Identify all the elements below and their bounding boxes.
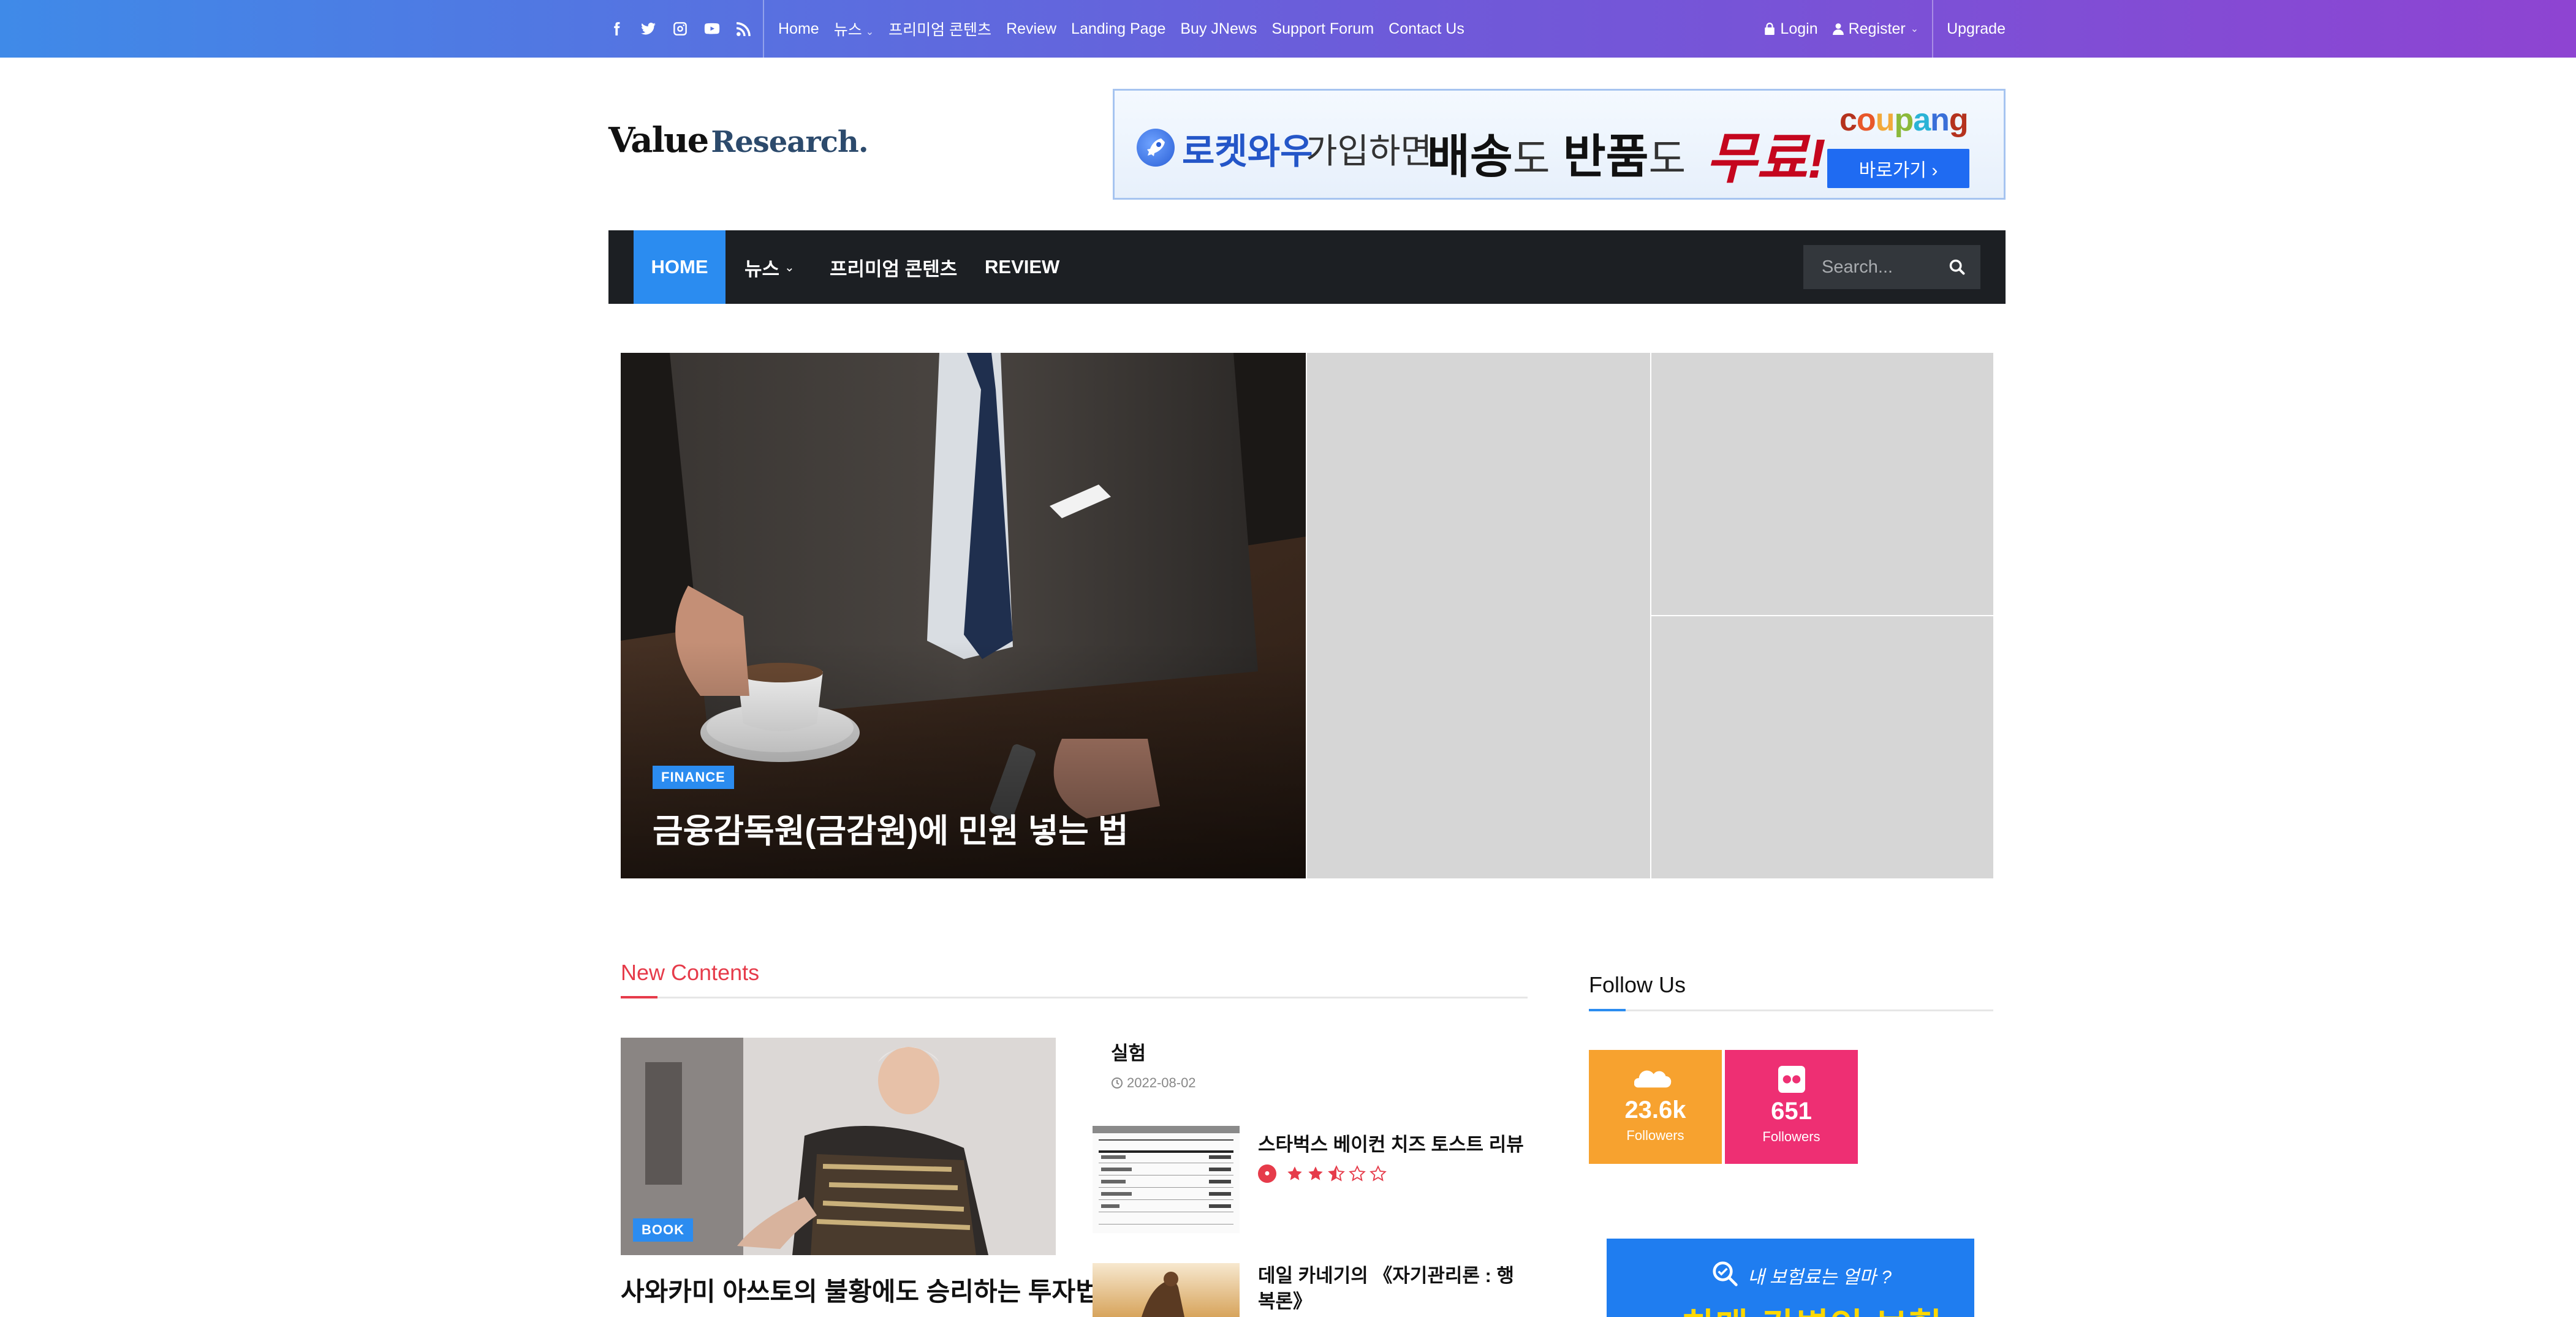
topnav-landing[interactable]: Landing Page bbox=[1071, 20, 1165, 38]
flickr-follower-label: Followers bbox=[1762, 1129, 1820, 1144]
topnav-support[interactable]: Support Forum bbox=[1271, 20, 1374, 38]
mainnav-home[interactable]: HOME bbox=[634, 230, 725, 304]
logo-word-research: Research. bbox=[711, 125, 868, 159]
login-link[interactable]: Login bbox=[1764, 20, 1818, 38]
list-item-title[interactable]: 스타벅스 베이컨 치즈 토스트 리뷰 bbox=[1258, 1129, 1524, 1157]
ad-text-shipping: 배송도 반품도 bbox=[1427, 119, 1686, 186]
main-nav: HOME 뉴스 ⌄ 프리미엄 콘텐츠 REVIEW bbox=[608, 230, 2006, 304]
ad-text-shipping-2: 도 bbox=[1512, 136, 1550, 181]
ad-text-free: 무료! bbox=[1706, 129, 1826, 190]
search-icon[interactable] bbox=[1949, 258, 1966, 276]
hero-tile-2[interactable] bbox=[1651, 353, 1993, 615]
user-icon bbox=[1832, 23, 1844, 35]
rating-stars: ● bbox=[1258, 1164, 1387, 1183]
section-title-follow-us: Follow Us bbox=[1589, 972, 1686, 997]
topnav-review[interactable]: Review bbox=[1006, 20, 1056, 38]
star-half-icon bbox=[1328, 1165, 1345, 1182]
featured-post-image[interactable]: BOOK bbox=[621, 1038, 1056, 1255]
lock-icon bbox=[1765, 23, 1775, 35]
ad-text-shipping-1: 배송 bbox=[1427, 131, 1513, 183]
chevron-down-icon: ⌄ bbox=[784, 260, 795, 274]
register-label: Register bbox=[1848, 20, 1906, 37]
logo-word-value: Value bbox=[608, 120, 709, 160]
rss-icon[interactable] bbox=[736, 21, 752, 37]
mainnav-review[interactable]: REVIEW bbox=[985, 230, 1059, 304]
coupang-logo: coupang bbox=[1839, 102, 1969, 138]
register-link[interactable]: Register ⌄ bbox=[1832, 20, 1919, 38]
chevron-down-icon: ⌄ bbox=[1910, 24, 1919, 34]
section-divider bbox=[621, 997, 1528, 998]
upgrade-link[interactable]: Upgrade bbox=[1947, 20, 2006, 38]
featured-category-badge[interactable]: BOOK bbox=[633, 1218, 693, 1242]
hero-title[interactable]: 금융감독원(금감원)에 민원 넣는 법 bbox=[653, 804, 1129, 852]
ad-text-join: 가입하면 bbox=[1306, 132, 1433, 170]
topnav-home[interactable]: Home bbox=[778, 20, 819, 38]
post-date: 2022-08-02 bbox=[1111, 1075, 1196, 1091]
star-empty-icon bbox=[1369, 1165, 1387, 1182]
top-bar: Home 뉴스 ⌄ 프리미엄 콘텐츠 Review Landing Page Bu… bbox=[0, 0, 2576, 58]
hero-featured-post[interactable]: FINANCE bbox=[621, 353, 1306, 878]
top-nav: Home 뉴스 ⌄ 프리미엄 콘텐츠 Review Landing Page Bu… bbox=[778, 0, 1479, 58]
list-item-thumbnail[interactable] bbox=[1093, 1263, 1240, 1317]
ad-text-shipping-4: 도 bbox=[1648, 136, 1686, 181]
list-item-thumbnail[interactable] bbox=[1093, 1126, 1240, 1233]
login-label: Login bbox=[1780, 20, 1818, 37]
mainnav-premium[interactable]: 프리미엄 콘텐츠 bbox=[830, 230, 957, 304]
search-input[interactable] bbox=[1803, 245, 1944, 289]
topbar-divider bbox=[763, 0, 764, 58]
topnav-contact[interactable]: Contact Us bbox=[1388, 20, 1464, 38]
mainnav-news-label: 뉴스 bbox=[744, 258, 780, 280]
soundcloud-follower-label: Followers bbox=[1626, 1128, 1684, 1143]
featured-post-title[interactable]: 사와카미 아쓰토의 불황에도 승리하는 투자법 bbox=[621, 1274, 1099, 1310]
star-full-icon bbox=[1308, 1166, 1323, 1180]
social-links bbox=[608, 0, 752, 58]
rating-score-badge: ● bbox=[1258, 1164, 1276, 1183]
search-box bbox=[1803, 245, 1980, 289]
sidebar-ad-text-1: 내 보험료는 얼마 ? bbox=[1748, 1267, 1892, 1288]
soundcloud-follower-count: 23.6k bbox=[1624, 1096, 1686, 1123]
twitter-icon[interactable] bbox=[640, 21, 656, 37]
flickr-follower-count: 651 bbox=[1771, 1098, 1812, 1125]
hero-tile-1[interactable] bbox=[1307, 353, 1650, 878]
hero-category-badge[interactable]: FINANCE bbox=[653, 766, 734, 789]
soundcloud-follow-box[interactable]: 23.6k Followers bbox=[1589, 1050, 1722, 1164]
post-date-text: 2022-08-02 bbox=[1127, 1075, 1196, 1090]
instagram-icon[interactable] bbox=[672, 21, 688, 37]
flickr-icon bbox=[1778, 1066, 1805, 1093]
hero-image bbox=[621, 353, 1306, 878]
account-links: Login Register ⌄ Upgrade bbox=[1764, 0, 2006, 58]
chevron-down-icon: ⌄ bbox=[865, 27, 874, 37]
sidebar-ad-text-2: 치매·간병인 보험 bbox=[1681, 1297, 1943, 1317]
mainnav-news[interactable]: 뉴스 ⌄ bbox=[744, 230, 795, 304]
ad-go-button[interactable]: 바로가기 › bbox=[1827, 149, 1969, 188]
section-title-new-contents: New Contents bbox=[621, 960, 760, 985]
magnifier-check-icon bbox=[1713, 1261, 1738, 1286]
topnav-premium[interactable]: 프리미엄 콘텐츠 bbox=[888, 18, 991, 40]
site-logo[interactable]: Value Research. bbox=[608, 120, 869, 160]
section-accent bbox=[621, 996, 657, 998]
list-item-title[interactable]: 데일 카네기의 《자기관리론 : 행복론》 bbox=[1258, 1263, 1528, 1315]
topbar-divider bbox=[1932, 0, 1934, 58]
clock-icon bbox=[1112, 1077, 1123, 1089]
header-ad-banner[interactable]: 로켓와우 가입하면 배송도 반품도 무료! coupang 바로가기 › bbox=[1113, 89, 2006, 200]
ad-text-rocketwow: 로켓와우 bbox=[1182, 132, 1313, 172]
topnav-news[interactable]: 뉴스 ⌄ bbox=[834, 18, 874, 40]
sidebar-ad-banner[interactable]: 내 보험료는 얼마 ? 치매·간병인 보험 bbox=[1607, 1239, 1974, 1317]
soundcloud-icon bbox=[1634, 1070, 1671, 1088]
youtube-icon[interactable] bbox=[704, 21, 720, 37]
ad-text-shipping-3: 반품 bbox=[1563, 131, 1649, 183]
list-item-title[interactable]: 실험 bbox=[1111, 1038, 1146, 1065]
sidebar-divider bbox=[1589, 1009, 1993, 1011]
topnav-news-label: 뉴스 bbox=[833, 21, 862, 39]
star-empty-icon bbox=[1349, 1165, 1366, 1182]
hero-tile-3[interactable] bbox=[1651, 616, 1993, 878]
star-full-icon bbox=[1287, 1166, 1302, 1180]
facebook-icon[interactable] bbox=[608, 21, 624, 37]
topnav-buy-jnews[interactable]: Buy JNews bbox=[1180, 20, 1257, 38]
nutrition-label-image bbox=[1093, 1126, 1240, 1233]
sunset-person-image bbox=[1093, 1263, 1240, 1317]
rocket-icon bbox=[1137, 129, 1175, 167]
flickr-follow-box[interactable]: 651 Followers bbox=[1725, 1050, 1858, 1164]
sidebar-accent bbox=[1589, 1009, 1626, 1011]
